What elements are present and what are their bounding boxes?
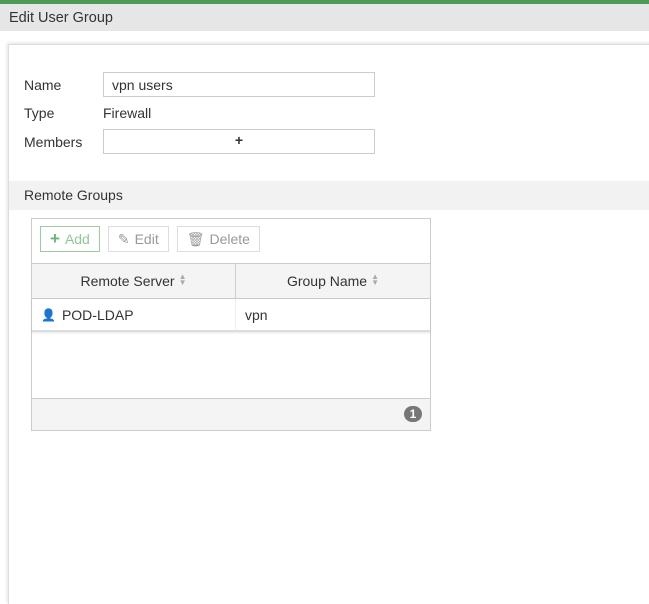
remote-groups-heading: Remote Groups xyxy=(9,181,649,210)
trash-icon: 🗑 xyxy=(186,230,205,247)
table-row[interactable]: 👤 POD-LDAP vpn xyxy=(32,299,430,332)
plus-icon: + xyxy=(50,229,60,248)
name-input[interactable]: vpn users xyxy=(103,72,375,97)
page-title: Edit User Group xyxy=(0,4,649,31)
ldap-user-icon: 👤 xyxy=(41,307,56,322)
edit-label: Edit xyxy=(134,231,159,247)
remote-server-cell: POD-LDAP xyxy=(61,306,134,323)
column-group-name[interactable]: Group Name ▲ ▼ xyxy=(236,264,430,298)
add-label: Add xyxy=(64,231,90,247)
column-label: Remote Server xyxy=(80,273,175,289)
remote-groups-table: + Add ✎ Edit 🗑 Delete Remote Server ▲ ▼ Group… xyxy=(31,218,431,431)
table-header: Remote Server ▲ ▼ Group Name ▲ ▼ xyxy=(32,263,430,299)
members-add-field[interactable]: + xyxy=(103,129,375,154)
add-button[interactable]: + Add xyxy=(40,226,100,252)
column-label: Group Name xyxy=(286,273,368,289)
sort-icon: ▲ ▼ xyxy=(178,272,187,287)
type-label: Type xyxy=(24,105,55,121)
type-value: Firewall xyxy=(103,105,152,121)
table-toolbar: + Add ✎ Edit 🗑 Delete xyxy=(32,219,430,263)
edit-button[interactable]: ✎ Edit xyxy=(107,226,169,252)
name-label: Name xyxy=(24,77,62,93)
count-badge: 1 xyxy=(404,406,422,422)
group-name-cell: vpn xyxy=(245,306,268,323)
delete-button[interactable]: 🗑 Delete xyxy=(176,226,260,252)
table-footer: 1 xyxy=(32,398,430,430)
sort-icon: ▲ ▼ xyxy=(371,272,380,287)
pencil-icon: ✎ xyxy=(117,230,130,247)
column-remote-server[interactable]: Remote Server ▲ ▼ xyxy=(32,264,236,298)
delete-label: Delete xyxy=(209,231,250,247)
members-label: Members xyxy=(24,134,83,150)
